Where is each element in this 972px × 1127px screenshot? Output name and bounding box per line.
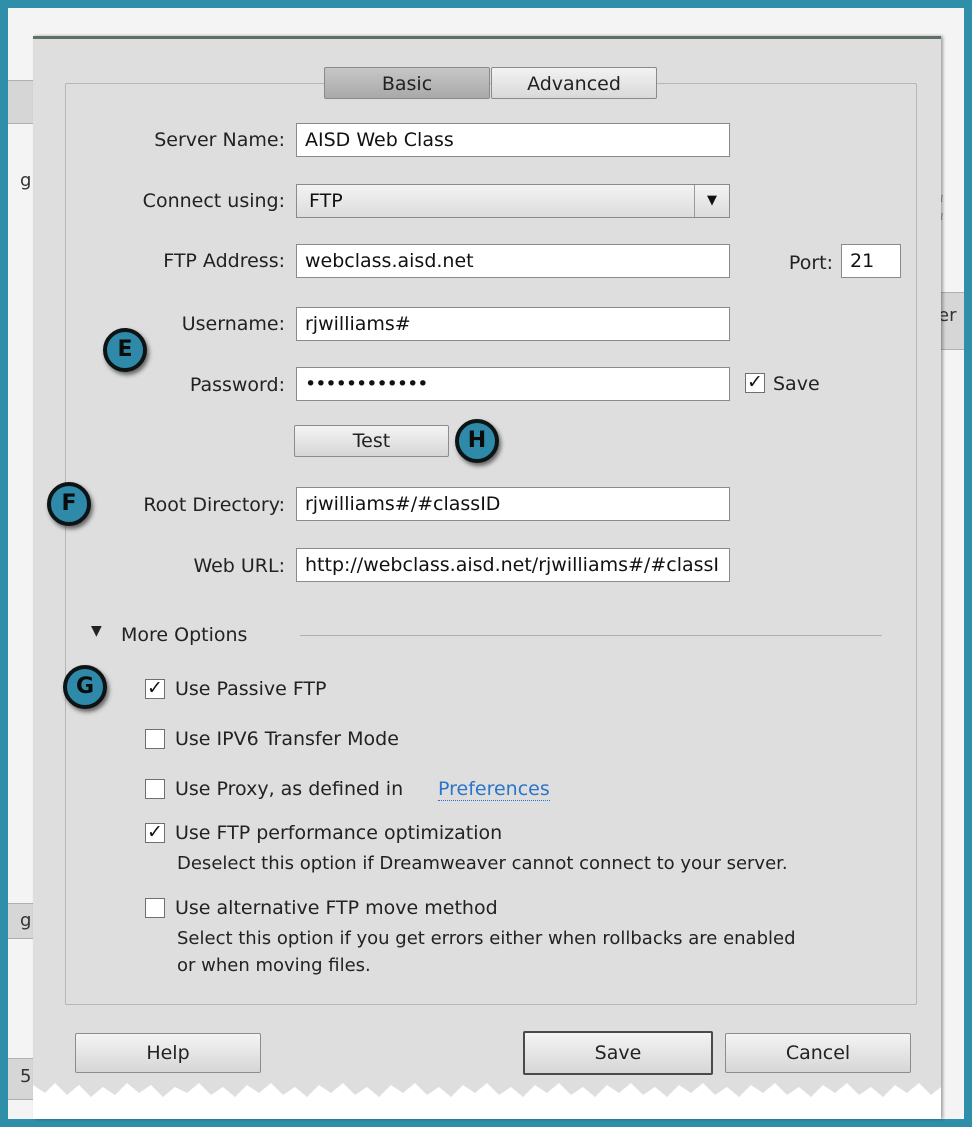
connect-using-label: Connect using: xyxy=(142,190,285,212)
alt-move-help-line-1: Select this option if you get errors eit… xyxy=(177,928,796,949)
tab-basic[interactable]: Basic xyxy=(324,67,490,99)
password-input[interactable]: •••••••••••• xyxy=(296,367,730,401)
server-name-input[interactable]: AISD Web Class xyxy=(296,123,730,157)
alt-move-help-line-2: or when moving files. xyxy=(177,955,371,976)
ftp-optimization-help: Deselect this option if Dreamweaver cann… xyxy=(177,853,788,874)
torn-edge-decoration xyxy=(33,1083,941,1119)
alt-move-label: Use alternative FTP move method xyxy=(175,897,498,919)
save-password-label: Save xyxy=(773,373,820,395)
web-url-input[interactable]: http://webclass.aisd.net/rjwilliams#/#cl… xyxy=(296,548,730,582)
connect-using-select[interactable]: FTP ▼ xyxy=(296,184,730,218)
proxy-checkbox[interactable] xyxy=(145,779,165,799)
background-text: 5 xyxy=(20,1066,32,1087)
connect-using-value: FTP xyxy=(309,190,343,212)
site-setup-dialog: Basic Advanced Server Name: AISD Web Cla… xyxy=(33,36,941,1119)
root-directory-label: Root Directory: xyxy=(143,494,285,516)
port-input[interactable]: 21 xyxy=(841,244,901,278)
test-button[interactable]: Test xyxy=(294,425,449,457)
help-button[interactable]: Help xyxy=(75,1033,261,1073)
ftp-address-label: FTP Address: xyxy=(163,250,285,272)
annotation-badge-f: F xyxy=(47,482,91,526)
root-directory-input[interactable]: rjwilliams#/#classID xyxy=(296,487,730,521)
annotation-badge-e: E xyxy=(103,328,147,372)
tab-advanced[interactable]: Advanced xyxy=(491,67,657,99)
ftp-optimization-label: Use FTP performance optimization xyxy=(175,822,503,844)
web-url-label: Web URL: xyxy=(193,555,285,577)
more-options-toggle[interactable]: More Options xyxy=(121,624,247,646)
save-button[interactable]: Save xyxy=(523,1031,713,1075)
background-text: g xyxy=(20,170,32,191)
background-text: g xyxy=(20,910,32,931)
ipv6-label: Use IPV6 Transfer Mode xyxy=(175,728,399,750)
passive-ftp-checkbox[interactable]: ✓ xyxy=(145,679,165,699)
proxy-label: Use Proxy, as defined in xyxy=(175,778,404,800)
ipv6-checkbox[interactable] xyxy=(145,729,165,749)
annotation-badge-g: G xyxy=(63,665,107,709)
cancel-button[interactable]: Cancel xyxy=(725,1033,911,1073)
triangle-down-icon[interactable]: ▼ xyxy=(91,623,102,639)
chevron-down-icon[interactable]: ▼ xyxy=(694,185,729,217)
server-name-label: Server Name: xyxy=(154,129,285,151)
section-divider xyxy=(300,635,882,636)
username-input[interactable]: rjwilliams# xyxy=(296,307,730,341)
ftp-address-input[interactable]: webclass.aisd.net xyxy=(296,244,730,278)
passive-ftp-label: Use Passive FTP xyxy=(175,678,327,700)
password-label: Password: xyxy=(189,374,285,396)
port-label: Port: xyxy=(788,252,833,274)
ftp-optimization-checkbox[interactable]: ✓ xyxy=(145,823,165,843)
save-password-checkbox[interactable]: ✓ xyxy=(745,373,765,393)
preferences-link[interactable]: Preferences xyxy=(438,778,550,801)
alt-move-checkbox[interactable] xyxy=(145,898,165,918)
annotation-badge-h: H xyxy=(455,419,499,463)
